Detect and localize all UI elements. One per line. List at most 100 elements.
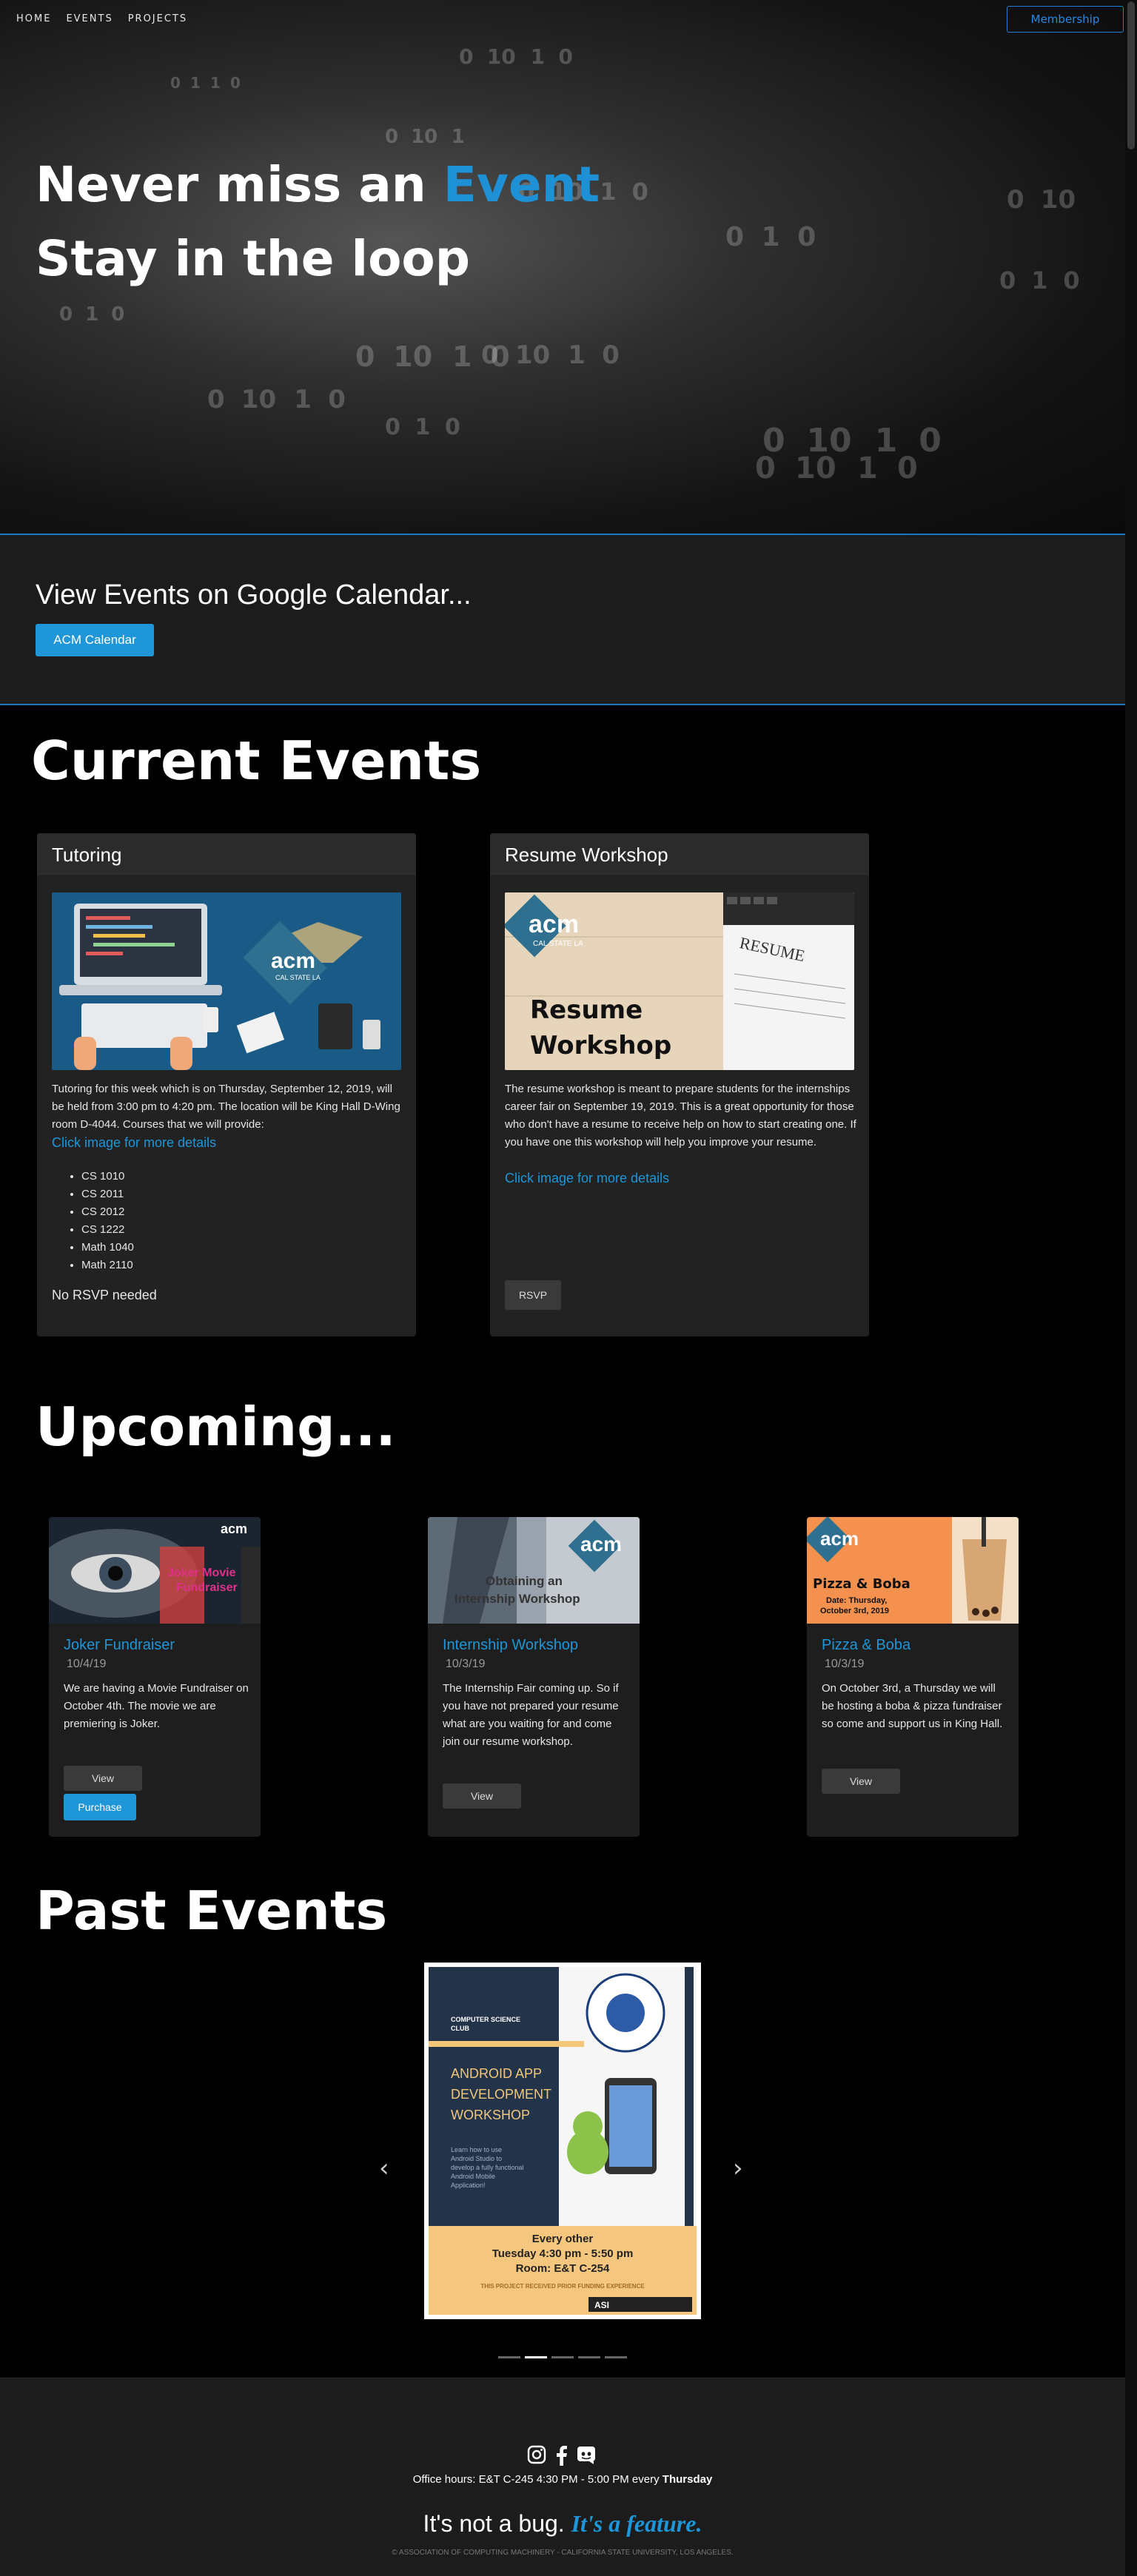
binary-digit: 1 <box>294 385 312 414</box>
event-title[interactable]: Pizza & Boba <box>822 1637 910 1654</box>
pizza-boba-image[interactable]: acm Pizza & Boba Date: Thursday, October… <box>807 1517 1019 1624</box>
event-date: 10/4/19 <box>67 1658 107 1670</box>
event-description: On October 3rd, a Thursday we will be ho… <box>822 1682 1003 1730</box>
nav-events[interactable]: EVENTS <box>66 13 113 24</box>
svg-text:Internship Workshop: Internship Workshop <box>455 1592 580 1606</box>
binary-digit: 0 <box>355 340 375 373</box>
current-events-title: Current Events <box>31 730 482 792</box>
svg-text:Workshop: Workshop <box>530 1031 671 1060</box>
no-rsvp-note: No RSVP needed <box>52 1288 157 1302</box>
discord-icon[interactable] <box>576 2445 597 2464</box>
binary-digit: 0 <box>725 222 745 252</box>
footer: Office hours: E&T C-245 4:30 PM - 5:00 P… <box>0 2378 1125 2576</box>
joker-image[interactable]: Joker Movie Fundraiser acm <box>49 1517 261 1624</box>
binary-digit: 10 <box>241 385 277 414</box>
carousel-indicator[interactable] <box>498 2356 520 2358</box>
carousel-indicator-active[interactable] <box>525 2356 547 2358</box>
event-description: The Internship Fair coming up. So if you… <box>443 1682 619 1748</box>
card-header: Resume Workshop <box>490 833 869 875</box>
footer-slogan: It's not a bug. It's a feature. <box>423 2510 702 2537</box>
binary-digit: 10 <box>514 340 551 370</box>
office-hours: Office hours: E&T C-245 4:30 PM - 5:00 P… <box>412 2473 713 2486</box>
event-description: We are having a Movie Fundraiser on Octo… <box>64 1682 249 1730</box>
binary-digit: 1 <box>530 44 546 69</box>
tutoring-details-link[interactable]: Click image for more details <box>52 1134 406 1151</box>
binary-digit: 1 <box>452 340 472 373</box>
carousel-prev-arrow[interactable]: ‹ <box>379 2153 389 2183</box>
svg-text:Fundraiser: Fundraiser <box>176 1581 238 1594</box>
membership-button[interactable]: Membership <box>1007 6 1124 33</box>
svg-text:Android Studio to: Android Studio to <box>451 2155 502 2162</box>
binary-digit: 0 <box>558 44 573 69</box>
svg-text:THIS PROJECT RECEIVED PRIOR FU: THIS PROJECT RECEIVED PRIOR FUNDING EXPE… <box>480 2283 645 2290</box>
binary-digit: 1 <box>857 451 878 485</box>
tutoring-image[interactable]: acm CAL STATE LA <box>52 892 401 1070</box>
hero-title: Never miss an Event Stay in the loop <box>36 148 600 296</box>
binary-digit: 0 <box>490 340 510 373</box>
svg-text:ANDROID APP: ANDROID APP <box>451 2066 542 2081</box>
svg-text:develop a fully functional: develop a fully functional <box>451 2164 524 2171</box>
tutoring-description: Tutoring for this week which is on Thurs… <box>52 1083 400 1131</box>
svg-text:acm: acm <box>221 1521 247 1536</box>
binary-digit: 0 <box>1007 185 1024 215</box>
event-title[interactable]: Joker Fundraiser <box>64 1637 175 1654</box>
scrollbar-thumb[interactable] <box>1127 1 1135 149</box>
hero-banner: 0 1 10 0 0 1 10 0 10 0 0 1 10 0 0 1 0 0 1 10 0 0 1 10 0 0 1 0 0 1 0 0 1 0… <box>0 0 1125 534</box>
course-list: CS 1010 CS 2011 CS 2012 CS 1222 Math 104… <box>67 1168 134 1274</box>
list-item: CS 2012 <box>81 1203 134 1221</box>
nav-projects[interactable]: PROJECTS <box>128 13 187 24</box>
svg-text:Date: Thursday,: Date: Thursday, <box>826 1596 887 1605</box>
acm-calendar-button[interactable]: ACM Calendar <box>36 624 154 656</box>
svg-text:October 3rd, 2019: October 3rd, 2019 <box>820 1607 889 1615</box>
svg-text:Joker Movie: Joker Movie <box>167 1567 236 1579</box>
binary-digit: 0 <box>797 222 816 252</box>
resume-image[interactable]: RESUME acm CAL STATE LA Resume Workshop <box>505 892 854 1070</box>
carousel-indicator[interactable] <box>551 2356 574 2358</box>
resume-card: Resume Workshop RESUME acm CAL STATE LA … <box>490 833 869 1336</box>
binary-digit: 10 <box>411 126 438 148</box>
view-button[interactable]: View <box>64 1766 142 1791</box>
resume-details-link[interactable]: Click image for more details <box>505 1169 859 1187</box>
binary-digit: 0 <box>111 303 125 326</box>
binary-digit: 1 <box>451 126 465 148</box>
svg-text:acm: acm <box>820 1527 859 1550</box>
carousel-next-arrow[interactable]: › <box>733 2153 743 2183</box>
binary-digit: 0 <box>897 451 918 485</box>
svg-text:Tuesday 4:30 pm - 5:50 pm: Tuesday 4:30 pm - 5:50 pm <box>492 2247 634 2260</box>
list-item: Math 2110 <box>81 1257 134 1274</box>
view-button[interactable]: View <box>822 1769 900 1794</box>
binary-digit: 0 <box>385 414 400 440</box>
event-title[interactable]: Internship Workshop <box>443 1637 578 1654</box>
view-button[interactable]: View <box>443 1783 521 1809</box>
binary-digit: 10 <box>795 451 836 485</box>
rsvp-button[interactable]: RSVP <box>505 1280 561 1310</box>
binary-digit: 0 <box>1063 266 1080 295</box>
facebook-icon[interactable] <box>554 2445 568 2466</box>
internship-image[interactable]: acm Obtaining an Internship Workshop <box>428 1517 640 1624</box>
svg-text:acm: acm <box>529 910 579 938</box>
svg-text:Application!: Application! <box>451 2182 486 2189</box>
svg-text:Room: E&T C-254: Room: E&T C-254 <box>516 2262 610 2275</box>
nav-links: HOME EVENTS PROJECTS <box>16 13 187 24</box>
nav-home[interactable]: HOME <box>16 13 51 24</box>
svg-text:COMPUTER SCIENCE: COMPUTER SCIENCE <box>451 2016 520 2023</box>
svg-text:Learn how to use: Learn how to use <box>451 2146 502 2153</box>
binary-digit: 0 <box>459 44 474 69</box>
upcoming-card-internship: acm Obtaining an Internship Workshop Int… <box>428 1517 640 1837</box>
binary-digit: 0 <box>385 126 399 148</box>
carousel-indicator[interactable] <box>578 2356 600 2358</box>
instagram-icon[interactable] <box>527 2445 546 2464</box>
scrollbar[interactable] <box>1125 0 1137 2576</box>
resume-description: The resume workshop is meant to prepare … <box>505 1083 856 1149</box>
purchase-button[interactable]: Purchase <box>64 1794 136 1820</box>
carousel-slide[interactable]: COMPUTER SCIENCE CLUB ANDROID APP DEVELO… <box>424 1963 701 2319</box>
binary-digit: 1 <box>874 422 898 460</box>
binary-digit: 1 <box>190 74 201 92</box>
tutoring-card: Tutoring acm CAL STATE LA Tutoring for t… <box>37 833 416 1336</box>
carousel-indicator[interactable] <box>605 2356 627 2358</box>
binary-digit: 0 <box>631 178 648 206</box>
acm-logo-text: acm <box>271 949 315 973</box>
binary-digit: 1 <box>210 74 221 92</box>
binary-digit: 1 <box>1031 266 1048 295</box>
binary-digit: 0 <box>170 74 181 92</box>
